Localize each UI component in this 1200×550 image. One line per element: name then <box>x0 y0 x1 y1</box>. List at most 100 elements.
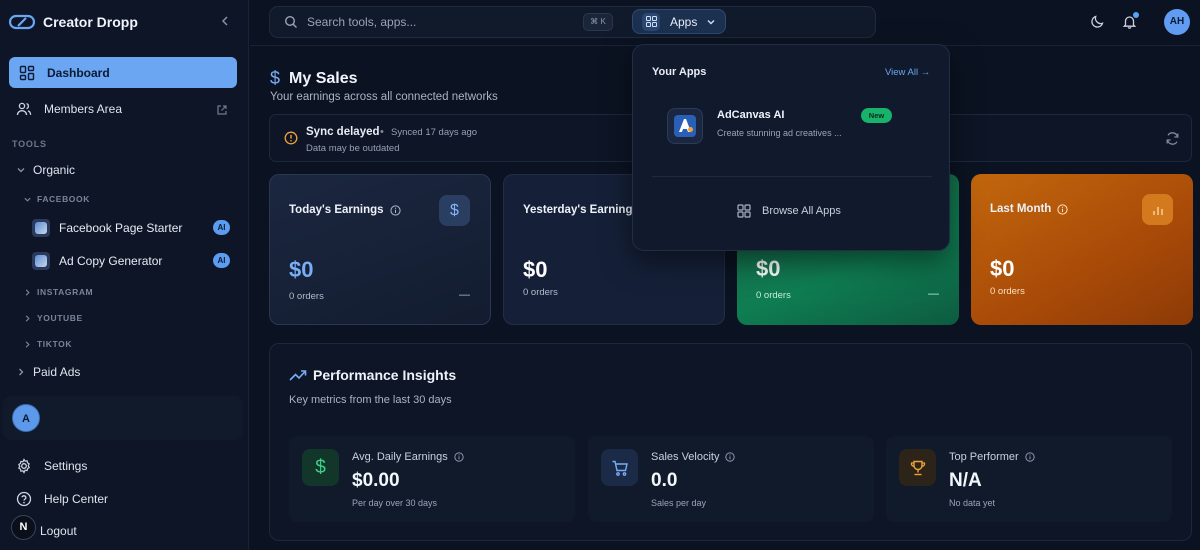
chevron-right-icon <box>25 288 30 296</box>
card-title-text: Today's Earnings <box>289 204 384 216</box>
card-value: $0 <box>289 257 314 282</box>
info-icon[interactable] <box>454 452 464 462</box>
app-item-adcanvas[interactable]: AdCanvas AI New Create stunning ad creat… <box>667 106 929 146</box>
nav-logout[interactable]: Logout <box>40 524 77 538</box>
chevron-down-icon <box>17 168 25 173</box>
sync-note: Data may be outdated <box>306 143 400 154</box>
dollar-icon: $ <box>270 68 281 88</box>
tool-label: Ad Copy Generator <box>59 254 163 268</box>
tree-organic[interactable]: Organic <box>16 163 75 177</box>
tree-youtube[interactable]: YOUTUBE <box>23 313 83 323</box>
info-icon[interactable] <box>1057 203 1068 215</box>
card-value: $0 <box>523 257 548 282</box>
card-title-text: Yesterday's Earnings <box>523 204 639 216</box>
metric-label-text: Top Performer <box>949 451 1019 463</box>
chevron-left-icon <box>221 16 228 26</box>
ai-badge: AI <box>213 253 230 268</box>
external-link-icon[interactable] <box>216 104 228 116</box>
collapse-sidebar-button[interactable] <box>218 13 232 29</box>
dollar-icon: $ <box>439 195 470 226</box>
topbar: Search tools, apps... ⌘ K Apps AH <box>250 0 1200 46</box>
sync-separator: • <box>380 126 384 138</box>
n-badge[interactable]: N <box>11 515 36 540</box>
tree-organic-label: Organic <box>33 163 76 177</box>
sync-title: Sync delayed <box>306 126 380 138</box>
metric-value: 0.0 <box>651 470 678 491</box>
nav-help-center[interactable]: Help Center <box>16 491 108 507</box>
card-trend: — <box>928 288 939 300</box>
info-icon[interactable] <box>725 452 736 462</box>
avatar[interactable]: A <box>12 404 40 432</box>
nav-members-area[interactable]: Members Area <box>16 101 122 117</box>
metric-value: N/A <box>949 470 982 491</box>
performance-title: Performance Insights <box>289 367 456 383</box>
apps-button-label: Apps <box>670 14 698 29</box>
page-subtitle: Your earnings across all connected netwo… <box>270 91 498 103</box>
gear-icon <box>18 458 30 474</box>
adcanvas-app-icon <box>667 108 703 144</box>
trending-up-icon <box>289 370 307 381</box>
card-trend: — <box>459 289 470 301</box>
nav-settings[interactable]: Settings <box>16 458 87 474</box>
tree-paid-ads[interactable]: Paid Ads <box>16 365 80 379</box>
metric-sub: No data yet <box>949 498 996 508</box>
trophy-icon <box>899 449 936 486</box>
page-title: $ My Sales <box>270 68 358 89</box>
dashboard-icon <box>19 65 35 80</box>
view-all-link[interactable]: View All → <box>885 67 930 78</box>
user-block[interactable]: A <box>3 396 243 440</box>
brand[interactable]: Creator Dropp <box>9 12 138 32</box>
card-value: $0 <box>756 256 781 281</box>
chevron-down-icon <box>707 19 715 24</box>
tree-tiktok[interactable]: TIKTOK <box>23 339 72 349</box>
info-icon[interactable] <box>1025 452 1035 462</box>
metric-label: Top Performer <box>949 451 1035 463</box>
chevron-right-icon <box>25 340 30 348</box>
card-title: Last Month <box>990 203 1068 215</box>
app-name: AdCanvas AI <box>717 109 785 121</box>
apps-dropdown: Your Apps View All → AdCanvas AI New Cre… <box>632 44 950 251</box>
apps-dropdown-title: Your Apps <box>652 66 707 78</box>
metric-avg-daily-earnings: $ Avg. Daily Earnings $0.00 Per day over… <box>289 436 575 522</box>
tree-instagram[interactable]: INSTAGRAM <box>23 287 93 297</box>
divider <box>652 176 932 177</box>
ai-badge: AI <box>213 220 230 235</box>
apps-button[interactable]: Apps <box>632 9 726 34</box>
performance-subtitle: Key metrics from the last 30 days <box>289 394 452 406</box>
card-value: $0 <box>990 256 1015 281</box>
shopping-cart-icon <box>601 449 638 486</box>
alert-circle-icon <box>284 131 298 145</box>
tool-label: Facebook Page Starter <box>59 221 183 235</box>
tree-facebook-label: FACEBOOK <box>37 194 90 204</box>
user-avatar[interactable]: AH <box>1164 9 1190 35</box>
tools-section-label: TOOLS <box>12 139 47 149</box>
nav-dashboard[interactable]: Dashboard <box>9 57 237 88</box>
browse-all-apps-button[interactable]: Browse All Apps <box>737 204 841 218</box>
dollar-icon: $ <box>302 449 339 486</box>
metric-label: Sales Velocity <box>651 451 736 463</box>
nav-logout-label: Logout <box>40 524 77 538</box>
card-todays-earnings[interactable]: Today's Earnings $ $0 0 orders — <box>269 174 491 325</box>
tool-facebook-page-starter[interactable]: Facebook Page Starter AI <box>32 215 234 241</box>
card-orders: 0 orders <box>990 286 1025 297</box>
bar-chart-icon <box>1142 194 1173 225</box>
metric-label: Avg. Daily Earnings <box>352 451 464 463</box>
tree-facebook[interactable]: FACEBOOK <box>23 194 90 204</box>
card-orders: 0 orders <box>523 287 558 298</box>
chevron-right-icon <box>25 314 30 322</box>
sidebar: Creator Dropp Dashboard Members Area TOO… <box>0 0 249 550</box>
help-circle-icon <box>16 491 32 507</box>
refresh-icon[interactable] <box>1165 131 1180 146</box>
card-title: Today's Earnings <box>289 204 401 216</box>
moon-icon[interactable] <box>1090 14 1105 29</box>
search-input[interactable]: Search tools, apps... ⌘ K <box>269 6 876 38</box>
tool-ad-copy-generator[interactable]: Ad Copy Generator AI <box>32 248 234 274</box>
metric-sales-velocity: Sales Velocity 0.0 Sales per day <box>588 436 874 522</box>
info-icon[interactable] <box>389 204 401 216</box>
browse-all-apps-label: Browse All Apps <box>762 205 841 217</box>
nav-members-label: Members Area <box>44 102 123 116</box>
nav-dashboard-label: Dashboard <box>47 65 110 80</box>
card-last-month[interactable]: Last Month $0 0 orders <box>971 174 1193 325</box>
metric-sub: Sales per day <box>651 498 707 508</box>
chevron-right-icon <box>19 368 24 376</box>
